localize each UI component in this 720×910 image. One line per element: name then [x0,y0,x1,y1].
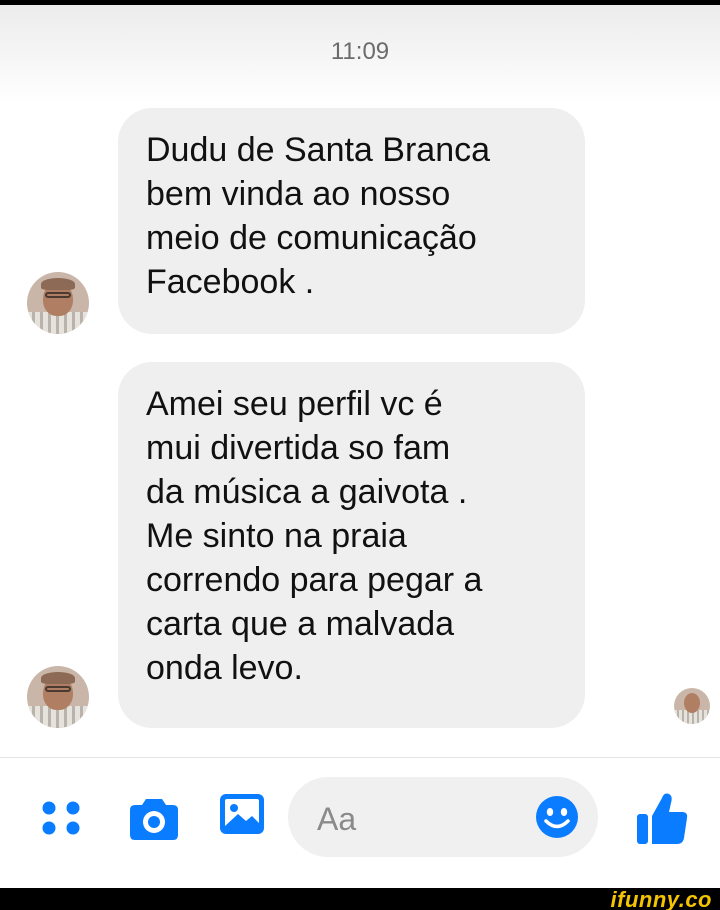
message-line: da música a gaivota . [146,473,468,511]
message-line: onda levo. [146,649,303,687]
chat-screen: 11:09 Dudu de Santa Branca bem vinda ao … [0,0,720,910]
sender-avatar[interactable] [27,272,89,334]
message-bubble[interactable]: Dudu de Santa Branca bem vinda ao nosso … [118,108,585,334]
message-timestamp: 11:09 [330,38,390,65]
message-line: Amei seu perfil vc é [146,385,443,423]
watermark-logo: ifunny.co [610,887,712,910]
camera-icon[interactable] [126,796,182,842]
sender-avatar[interactable] [27,666,89,728]
message-line: Dudu de Santa Branca [146,131,491,169]
message-line: correndo para pegar a [146,561,483,599]
message-line: Facebook . [146,263,315,301]
avatar-hair [41,672,75,684]
composer-divider [0,757,720,758]
thumbs-up-icon[interactable] [634,790,690,848]
message-line: carta que a malvada [146,605,455,643]
four-dots-icon[interactable] [38,795,84,841]
avatar-face [684,693,700,713]
avatar-hair [41,278,75,290]
seen-receipt-avatar [674,688,710,724]
avatar-glasses [45,686,71,692]
message-composer[interactable]: Aa [288,777,598,857]
message-bubble[interactable]: Amei seu perfil vc é mui divertida so fa… [118,362,585,728]
avatar-glasses [45,292,71,298]
image-gallery-icon[interactable] [216,790,268,840]
message-line: bem vinda ao nosso [146,175,451,213]
message-line: Me sinto na praia [146,517,407,555]
message-line: meio de comunicação [146,219,477,257]
smiley-icon[interactable] [534,794,580,840]
message-line: mui divertida so fam [146,429,451,467]
composer-placeholder[interactable]: Aa [317,801,356,838]
